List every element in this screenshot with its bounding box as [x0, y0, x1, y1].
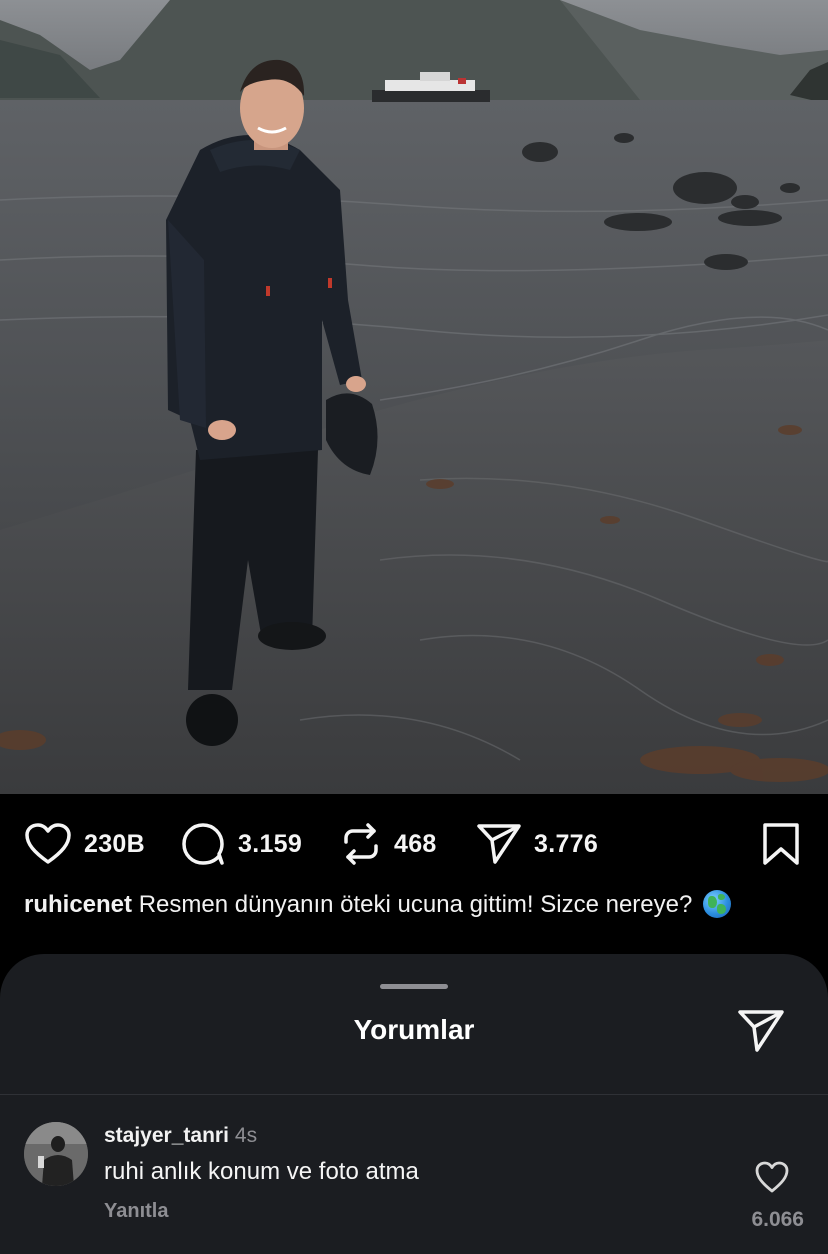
sheet-divider — [0, 1094, 828, 1095]
post-caption: ruhicenet Resmen dünyanın öteki ucuna gi… — [24, 890, 764, 920]
comment-username[interactable]: stajyer_tanri 4s — [104, 1124, 257, 1148]
avatar-image — [24, 1122, 88, 1186]
comment-item: stajyer_tanri 4s ruhi anlık konum ve foto… — [0, 1104, 828, 1231]
repost-count: 468 — [394, 829, 437, 858]
bookmark-icon — [763, 823, 799, 865]
share-count: 3.776 — [534, 829, 599, 858]
heart-icon — [755, 1161, 789, 1193]
sheet-grabber[interactable] — [380, 984, 448, 989]
post-image — [0, 0, 828, 794]
repost-icon — [344, 823, 378, 865]
reply-button[interactable]: Yanıtla — [104, 1200, 168, 1223]
like-count: 230B — [84, 829, 145, 858]
comment-like-button[interactable] — [754, 1160, 790, 1196]
share-comments-button[interactable] — [736, 1006, 786, 1056]
save-button[interactable] — [762, 820, 800, 868]
comment-bubble-icon — [182, 823, 224, 865]
comment-button[interactable]: 3.159 — [180, 820, 302, 868]
comment-time: 4s — [234, 1124, 258, 1147]
sheet-title: Yorumlar — [353, 1014, 475, 1045]
send-icon — [738, 1010, 784, 1052]
post-action-bar: 230B 3.159 468 3.776 — [0, 794, 828, 894]
like-button[interactable]: 230B — [24, 820, 145, 868]
caption-text: Resmen dünyanın öteki ucuna gittim! Sizc… — [138, 891, 693, 918]
comment-username-text: stajyer_tanri — [104, 1124, 229, 1147]
share-button[interactable]: 3.776 — [476, 820, 598, 868]
comment-text: ruhi anlık konum ve foto atma — [104, 1158, 419, 1185]
send-icon — [477, 824, 521, 864]
caption-username[interactable]: ruhicenet — [24, 891, 132, 918]
comment-like-count: 6.066 — [751, 1208, 804, 1231]
comments-sheet: Yorumlar stajyer_tanri 4s ruhi anlık konu… — [0, 954, 828, 1254]
heart-icon — [25, 823, 71, 864]
avatar[interactable] — [24, 1122, 88, 1186]
repost-button[interactable]: 468 — [340, 820, 437, 868]
comment-count: 3.159 — [238, 829, 303, 858]
post-photo[interactable] — [0, 0, 828, 794]
globe-emoji-icon — [703, 890, 732, 918]
